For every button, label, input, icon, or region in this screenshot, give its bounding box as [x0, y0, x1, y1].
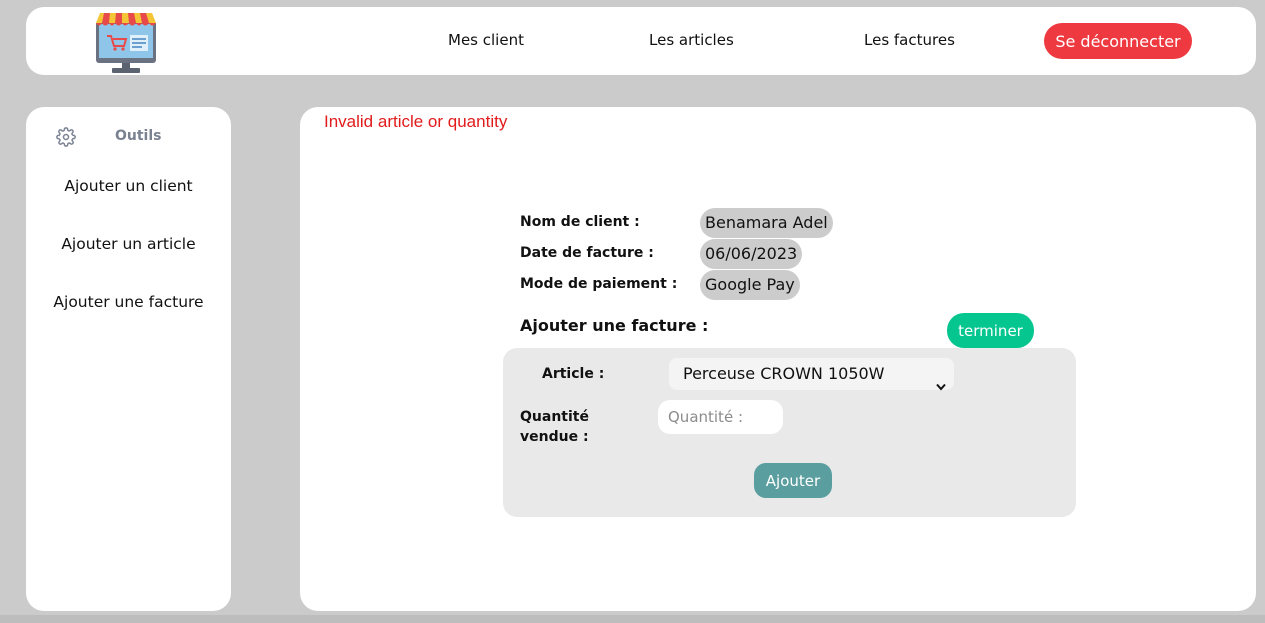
payment-mode-value: Google Pay	[700, 270, 800, 300]
logout-button[interactable]: Se déconnecter	[1044, 23, 1192, 59]
terminer-button[interactable]: terminer	[947, 313, 1034, 348]
shop-monitor-logo-icon[interactable]	[94, 9, 158, 75]
invoice-date-value: 06/06/2023	[700, 239, 803, 269]
quantity-input[interactable]	[658, 400, 783, 434]
nav-link-factures[interactable]: Les factures	[864, 31, 955, 49]
article-selected-value: Perceuse CROWN 1050W	[683, 364, 885, 383]
article-select[interactable]: Perceuse CROWN 1050W	[669, 358, 954, 391]
sidebar-item-add-invoice[interactable]: Ajouter une facture	[26, 293, 231, 311]
gear-icon	[56, 127, 76, 147]
quantity-label: Quantité vendue :	[520, 409, 589, 445]
section-title: Ajouter une facture :	[520, 316, 709, 335]
article-label: Article :	[542, 366, 605, 382]
chevron-down-icon	[936, 370, 946, 391]
tools-sidebar: Outils Ajouter un client Ajouter un arti…	[26, 107, 231, 611]
invoice-date-label: Date de facture :	[520, 245, 654, 261]
tools-label: Outils	[115, 128, 162, 144]
nav-link-clients[interactable]: Mes client	[448, 31, 524, 49]
main-panel: Invalid article or quantity Nom de clien…	[300, 107, 1256, 611]
tools-header: Outils	[56, 127, 196, 149]
ajouter-button[interactable]: Ajouter	[754, 463, 832, 498]
sidebar-item-add-article[interactable]: Ajouter un article	[26, 235, 231, 253]
bottom-strip	[0, 615, 1265, 623]
error-message: Invalid article or quantity	[324, 112, 508, 131]
payment-mode-label: Mode de paiement :	[520, 276, 678, 292]
sidebar-item-add-client[interactable]: Ajouter un client	[26, 177, 231, 195]
client-name-label: Nom de client :	[520, 214, 640, 230]
nav-link-articles[interactable]: Les articles	[649, 31, 734, 49]
add-line-form: Article : Perceuse CROWN 1050W Quantité …	[503, 348, 1076, 517]
top-navbar: Mes client Les articles Les factures Se …	[26, 7, 1256, 75]
client-name-value: Benamara Adel	[700, 208, 833, 238]
